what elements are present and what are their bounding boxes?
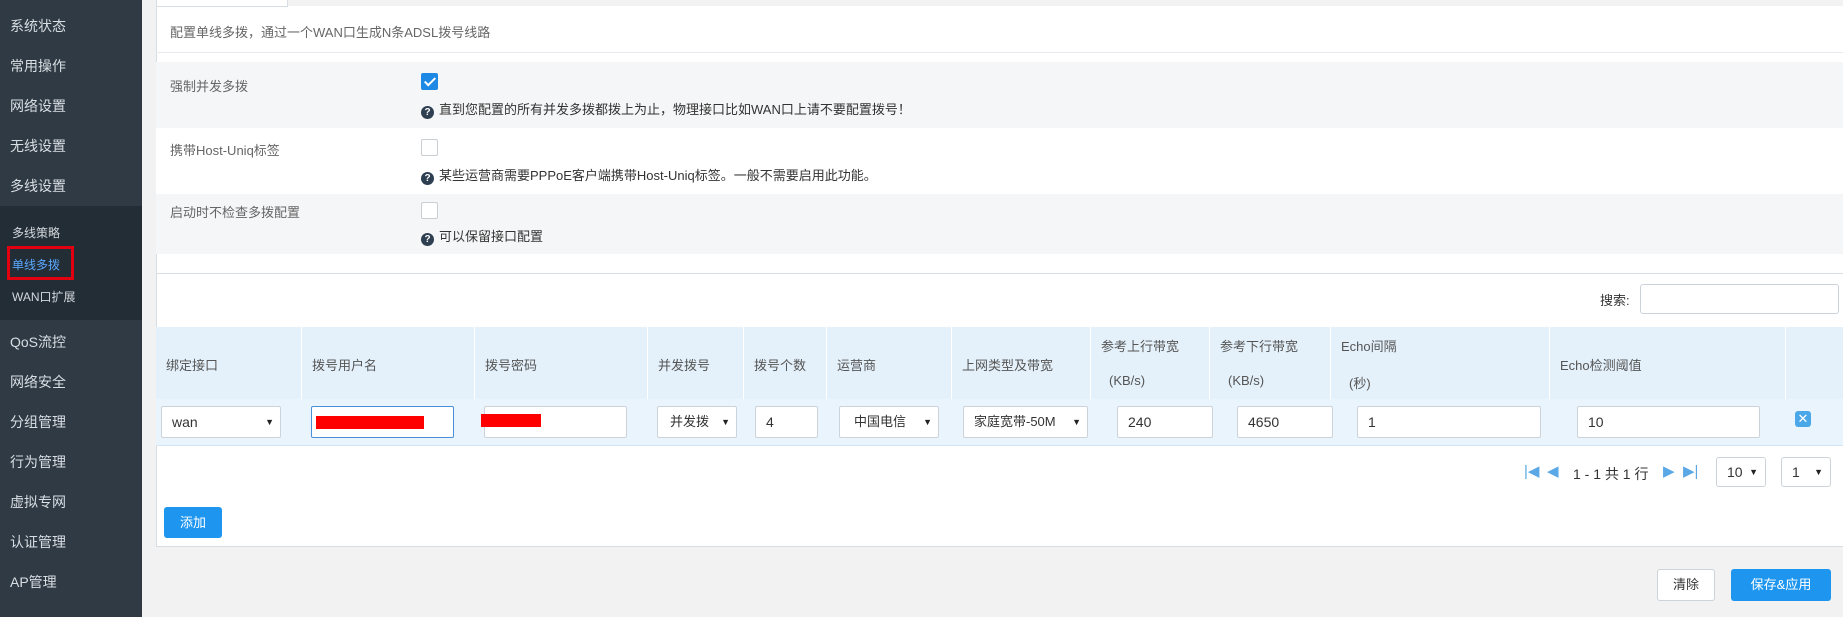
clear-button[interactable]: 清除 [1657,569,1715,601]
redaction-mark [481,414,541,427]
search-label: 搜索: [1600,293,1630,308]
nav-item-behavior-management[interactable]: 行为管理 [0,442,142,482]
col-header-downstream: 参考下行带宽 (KB/s) [1220,339,1299,388]
pagination-info: 1 - 1 共 1 行 [1573,466,1649,482]
option-row-force-concurrent: 强制并发多拨 ? 直到您配置的所有并发多拨都拨上为止，物理接口比如WAN口上请不要… [156,62,1843,128]
isp-select[interactable]: 中国电信 [839,406,939,438]
divider [156,273,1843,274]
option-help: ? 直到您配置的所有并发多拨都拨上为止，物理接口比如WAN口上请不要配置拨号！ [421,99,911,119]
echo-interval-input[interactable]: 1 [1357,406,1541,438]
nav-item-common-ops[interactable]: 常用操作 [0,46,142,86]
help-icon: ? [421,106,434,119]
upstream-input[interactable]: 240 [1117,406,1213,438]
sidebar: 系统状态 常用操作 网络设置 无线设置 多线设置 多线策略 单线多拨 WAN口扩… [0,0,142,617]
nav-item-network-settings[interactable]: 网络设置 [0,86,142,126]
col-header-type: 上网类型及带宽 [962,358,1054,373]
col-header-upstream: 参考上行带宽 (KB/s) [1101,339,1180,388]
col-header-isp: 运营商 [837,358,877,373]
next-page-icon[interactable]: ▶ [1663,462,1675,480]
type-select[interactable]: 家庭宽带-50M [963,406,1088,438]
submenu-item-wan-extension[interactable]: WAN口扩展 [12,288,76,305]
nav-item-network-security[interactable]: 网络安全 [0,362,142,402]
option-label: 启动时不检查多拨配置 [170,205,301,220]
prev-page-icon[interactable]: ◀ [1547,462,1559,480]
host-uniq-checkbox[interactable] [421,139,438,156]
nav-item-qos[interactable]: QoS流控 [0,322,142,362]
col-header-password: 拨号密码 [485,358,538,373]
nav-item-wireless-settings[interactable]: 无线设置 [0,126,142,166]
nav-item-vpn[interactable]: 虚拟专网 [0,482,142,522]
option-help: ? 可以保留接口配置 [421,226,543,246]
page-number-select[interactable]: 1 [1781,457,1831,487]
table-header: 绑定接口 拨号用户名 拨号密码 并发拨号 拨号个数 运营商 上网类型及带宽 参考… [156,327,1843,399]
nav-item-multiline-settings[interactable]: 多线设置 [0,166,142,206]
nav-item-ap-management[interactable]: AP管理 [0,562,142,602]
nav-item-group-management[interactable]: 分组管理 [0,402,142,442]
last-page-icon[interactable]: ▶| [1683,462,1698,480]
option-label: 强制并发多拨 [170,79,249,94]
first-page-icon[interactable]: |◀ [1524,462,1539,480]
active-item-highlight [7,246,74,280]
search-input[interactable] [1640,284,1839,314]
col-header-interface: 绑定接口 [166,358,219,373]
option-label: 携带Host-Uniq标签 [170,143,280,158]
option-help-text: 直到您配置的所有并发多拨都拨上为止，物理接口比如WAN口上请不要配置拨号！ [439,102,911,117]
page-size-select[interactable]: 10 [1716,457,1766,487]
force-concurrent-checkbox[interactable] [421,73,438,90]
option-row-host-uniq: 携带Host-Uniq标签 ? 某些运营商需要PPPoE客户端携带Host-Uni… [156,128,1843,194]
col-header-concurrent: 并发拨号 [658,358,711,373]
skip-check-checkbox[interactable] [421,202,438,219]
delete-row-icon[interactable]: ✕ [1795,411,1811,427]
option-row-skip-check: 启动时不检查多拨配置 ? 可以保留接口配置 [156,194,1843,254]
divider [156,52,1843,53]
save-apply-button[interactable]: 保存&应用 [1731,569,1831,601]
col-header-echo-interval: Echo间隔 (秒) [1341,339,1397,391]
tab-strip [156,0,288,7]
add-button[interactable]: 添加 [164,507,222,538]
nav-item-system-status[interactable]: 系统状态 [0,6,142,46]
col-header-echo-threshold: Echo检测阈值 [1560,358,1642,373]
col-header-count: 拨号个数 [754,358,807,373]
nav-item-auth-management[interactable]: 认证管理 [0,522,142,562]
count-input[interactable]: 4 [755,406,818,438]
concurrent-select[interactable]: 并发拨 [657,406,737,438]
redaction-mark [316,416,424,429]
submenu-item-multiline-policy[interactable]: 多线策略 [12,224,60,241]
help-icon: ? [421,172,434,185]
option-help-text: 某些运营商需要PPPoE客户端携带Host-Uniq标签。一般不需要启用此功能。 [439,168,877,183]
help-icon: ? [421,233,434,246]
downstream-input[interactable]: 4650 [1237,406,1333,438]
option-help: ? 某些运营商需要PPPoE客户端携带Host-Uniq标签。一般不需要启用此功能… [421,165,877,185]
echo-threshold-input[interactable]: 10 [1577,406,1760,438]
page-description: 配置单线多拨，通过一个WAN口生成N条ADSL拨号线路 [170,25,491,40]
option-help-text: 可以保留接口配置 [439,229,544,244]
interface-select[interactable]: wan [161,406,281,438]
col-header-username: 拨号用户名 [312,358,378,373]
